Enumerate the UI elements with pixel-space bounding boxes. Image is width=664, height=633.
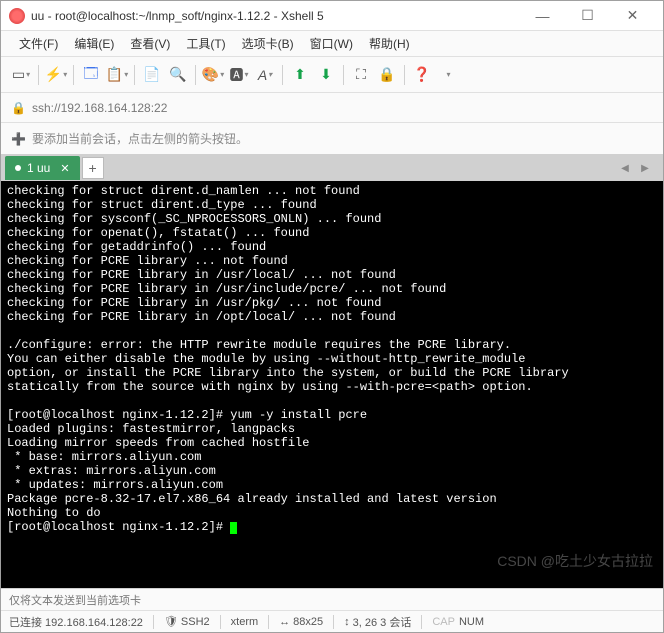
window-controls: — ☐ ✕ — [520, 1, 655, 31]
shield-icon: 🛡 — [164, 615, 178, 628]
window-title: uu - root@localhost:~/lnmp_soft/nginx-1.… — [31, 9, 520, 23]
minimize-button[interactable]: — — [520, 1, 565, 31]
paste-icon[interactable]: 📄 — [140, 63, 164, 87]
session-hint-bar: ➕ 要添加当前会话，点击左侧的箭头按钮。 — [1, 123, 663, 155]
tab-next-icon[interactable]: ▶ — [637, 160, 653, 176]
help-icon[interactable]: ❓ — [410, 63, 434, 87]
tab-nav: ◀ ▶ — [617, 160, 659, 176]
menu-tab[interactable]: 选项卡(B) — [234, 32, 302, 55]
reconnect-icon[interactable]: ⚡▾ — [44, 63, 68, 87]
menu-tools[interactable]: 工具(T) — [178, 32, 233, 55]
app-icon — [9, 8, 25, 24]
menu-window[interactable]: 窗口(W) — [302, 32, 361, 55]
menubar: 文件(F) 编辑(E) 查看(V) 工具(T) 选项卡(B) 窗口(W) 帮助(… — [1, 31, 663, 57]
lock-icon[interactable]: 🔒 — [375, 63, 399, 87]
resize-icon: ↔ — [279, 616, 290, 628]
copy-icon[interactable]: 📋▾ — [105, 63, 129, 87]
maximize-button[interactable]: ☐ — [565, 1, 610, 31]
compose-hint: 仅将文本发送到当前选项卡 — [9, 592, 141, 608]
status-caps: CAP — [432, 616, 455, 628]
new-session-icon[interactable]: ▭▾ — [9, 63, 33, 87]
transfer-icon[interactable]: ⬆ — [288, 63, 312, 87]
terminal-output[interactable]: checking for struct dirent.d_namlen ... … — [1, 181, 663, 588]
terminal-cursor — [230, 522, 237, 534]
font-icon[interactable]: 🅰▾ — [227, 63, 251, 87]
tab-bar: 1 uu ✕ + ◀ ▶ — [1, 155, 663, 181]
menu-view[interactable]: 查看(V) — [122, 32, 178, 55]
menu-edit[interactable]: 编辑(E) — [66, 32, 122, 55]
status-size: ↔88x25 — [279, 616, 323, 628]
hint-text: 要添加当前会话，点击左侧的箭头按钮。 — [32, 130, 248, 147]
status-num: NUM — [459, 616, 484, 628]
toolbar: ▭▾ ⚡▾ 🗔 📋▾ 📄 🔍 🎨▾ 🅰▾ A▾ ⬆ ⬇ ⛶ 🔒 ❓ ▾ — [1, 57, 663, 93]
session-tab-1[interactable]: 1 uu ✕ — [5, 156, 80, 180]
status-extra: ↕3, 26 3 会话 — [344, 614, 411, 630]
statusbar: 已连接 192.168.164.128:22 🛡SSH2 xterm ↔88x2… — [1, 610, 663, 632]
titlebar: uu - root@localhost:~/lnmp_soft/nginx-1.… — [1, 1, 663, 31]
ssh-lock-icon: 🔒 — [11, 101, 26, 115]
new-tab-button[interactable]: + — [82, 157, 104, 179]
tab-label: 1 uu — [27, 161, 50, 175]
status-connection: 已连接 192.168.164.128:22 — [9, 614, 143, 630]
add-session-icon[interactable]: ➕ — [11, 132, 26, 146]
more-icon[interactable]: ▾ — [436, 63, 460, 87]
color-icon[interactable]: 🎨▾ — [201, 63, 225, 87]
find-icon[interactable]: 🔍 — [166, 63, 190, 87]
address-text[interactable]: ssh://192.168.164.128:22 — [32, 101, 167, 115]
tab-status-dot — [15, 165, 21, 171]
tab-close-icon[interactable]: ✕ — [60, 162, 69, 175]
tab-prev-icon[interactable]: ◀ — [617, 160, 633, 176]
menu-file[interactable]: 文件(F) — [11, 32, 66, 55]
menu-help[interactable]: 帮助(H) — [361, 32, 418, 55]
status-term: xterm — [231, 616, 259, 628]
close-button[interactable]: ✕ — [610, 1, 655, 31]
download-icon[interactable]: ⬇ — [314, 63, 338, 87]
compose-bar: 仅将文本发送到当前选项卡 — [1, 588, 663, 610]
session-icon: ↕ — [344, 616, 350, 628]
watermark: CSDN @吃土少女古拉拉 — [497, 554, 653, 568]
encoding-icon[interactable]: A▾ — [253, 63, 277, 87]
fullscreen-icon[interactable]: ⛶ — [349, 63, 373, 87]
status-ssh: 🛡SSH2 — [164, 615, 210, 628]
properties-icon[interactable]: 🗔 — [79, 63, 103, 87]
address-bar: 🔒 ssh://192.168.164.128:22 — [1, 93, 663, 123]
